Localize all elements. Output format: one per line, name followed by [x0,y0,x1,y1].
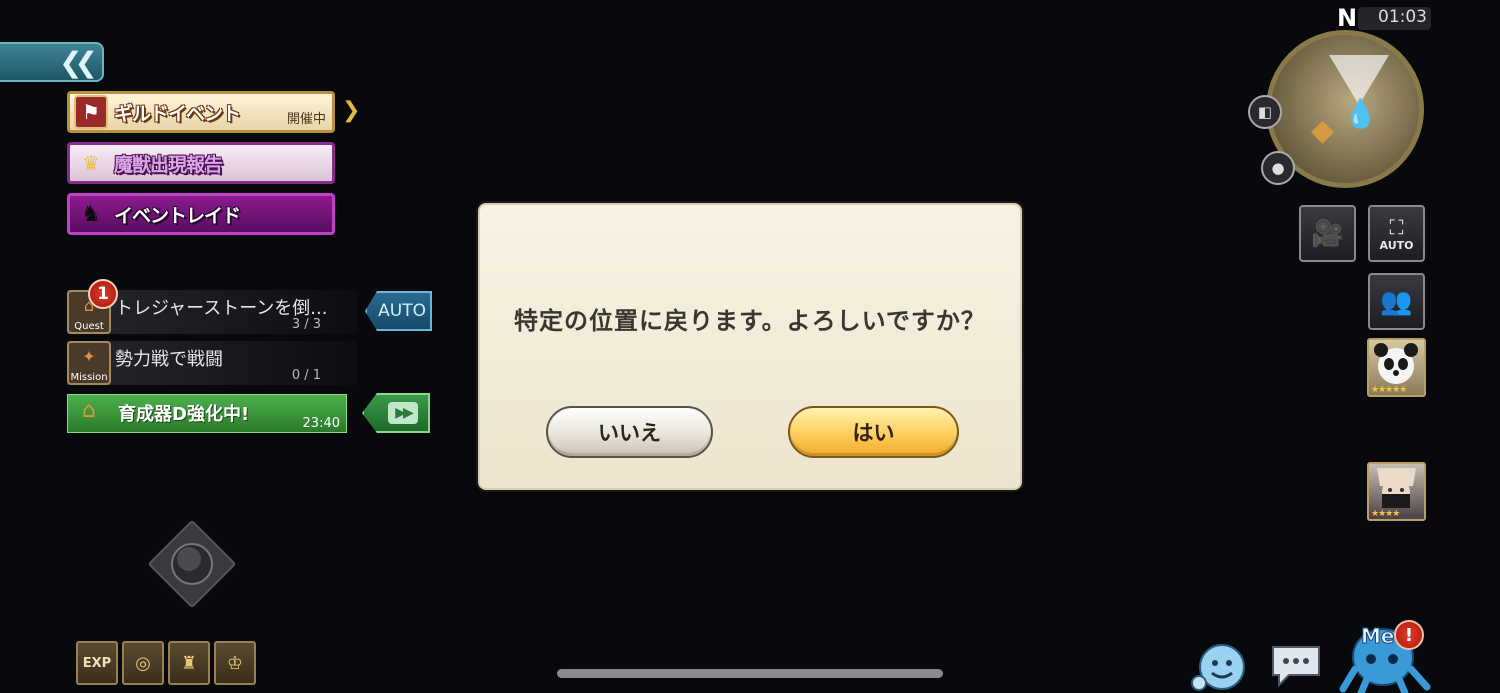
chat-button[interactable] [1269,643,1323,689]
player-marker-icon: 💧 [1343,97,1378,130]
guild-flag-icon: ⚑ [74,95,108,129]
bag-marker-icon: ◆ [1311,113,1335,148]
double-chevron-left-icon: ❮❮ [59,45,98,79]
guild-event-status: 開催中 [286,112,326,127]
guild-event-banner[interactable]: ⚑ ギルドイベント 開催中 [67,91,335,133]
chat-bubble-icon [1272,646,1320,688]
collapse-menu-button[interactable]: ❮❮ [0,42,104,82]
beast-report-label: 魔獣出現報告 [114,153,223,176]
quest-notification-badge: 1 [88,279,118,309]
dialog-message: 特定の位置に戻ります。よろしいですか？ [514,307,986,335]
virtual-dpad[interactable] [149,521,235,607]
chevron-right-icon[interactable]: ❯ [342,98,360,123]
crown-icon[interactable]: ♔ [214,641,256,685]
me-menu-button[interactable]: Me [1337,609,1433,693]
home-indicator[interactable] [557,669,943,678]
auto-camera-label: AUTO [1379,239,1414,252]
portrait-stars: ★★★★ [1371,509,1400,519]
dpad-stick-highlight [177,547,201,571]
map-pig-icon[interactable]: ● [1261,151,1295,185]
beast-report-banner[interactable]: ♛ 魔獣出現報告 [67,142,335,184]
mission-progress: 0 / 1 [291,368,321,383]
event-raid-banner[interactable]: ♞ イベントレイド [67,193,335,235]
party-button[interactable]: 👥 [1368,273,1425,330]
trainer-boost-timer: 23:40 [302,416,340,431]
boot-icon: ✦ [82,347,96,366]
masked-character-face-icon [1377,468,1416,508]
auto-camera-button[interactable]: ⛶ AUTO [1368,205,1425,262]
compass-north-label: N [1337,4,1358,32]
event-raid-label: イベントレイド [114,204,241,227]
fast-forward-button[interactable]: ▶▶ [362,393,430,433]
portrait-panda[interactable]: ★★★★★ [1367,338,1426,397]
game-clock: 01:03 [1358,7,1431,30]
fast-forward-icon: ▶▶ [388,402,418,424]
raid-mask-icon: ♞ [81,201,101,227]
video-camera-icon: 🎥 [1311,218,1344,249]
exp-button[interactable]: EXP [76,641,118,685]
trainer-boost-title: 育成器D強化中! [118,404,250,425]
map-zoom-icon[interactable]: ◧ [1248,95,1282,129]
exp-label: EXP [82,655,112,671]
group-icon: 👥 [1380,286,1413,317]
me-alert-badge: ! [1394,620,1424,650]
portrait-masked-character[interactable]: ★★★★ [1367,462,1426,521]
mission-title: 勢力戦で戦闘 [115,349,223,370]
guild-event-label: ギルドイベント [114,102,241,125]
compass-icon[interactable]: ◎ [122,641,164,685]
emote-button[interactable] [1190,641,1248,693]
quest-icon-label: Quest [74,321,104,332]
camera-button[interactable]: 🎥 [1299,205,1356,262]
panda-face-icon [1374,343,1418,384]
mission-icon-label: Mission [70,372,108,383]
confirm-dialog: 特定の位置に戻ります。よろしいですか？ いいえ はい [478,203,1022,490]
person-focus-icon: ⛶ [1389,215,1404,239]
mission-tracker-row[interactable]: ✦ Mission 勢力戦で戦闘 0 / 1 [67,341,357,385]
me-label: Me [1361,624,1394,648]
yes-button[interactable]: はい [788,406,959,458]
trainer-house-icon: ⌂ [82,398,96,423]
portrait-stars: ★★★★★ [1371,385,1407,395]
boots-icon[interactable]: ♜ [168,641,210,685]
no-button[interactable]: いいえ [546,406,713,458]
beast-mask-icon: ♛ [82,151,100,175]
auto-quest-button[interactable]: AUTO [365,291,432,331]
quest-progress: 3 / 3 [291,317,321,332]
mission-icon: ✦ Mission [67,341,111,385]
trainer-boost-row[interactable]: ⌂ 育成器D強化中! 23:40 [67,394,347,433]
